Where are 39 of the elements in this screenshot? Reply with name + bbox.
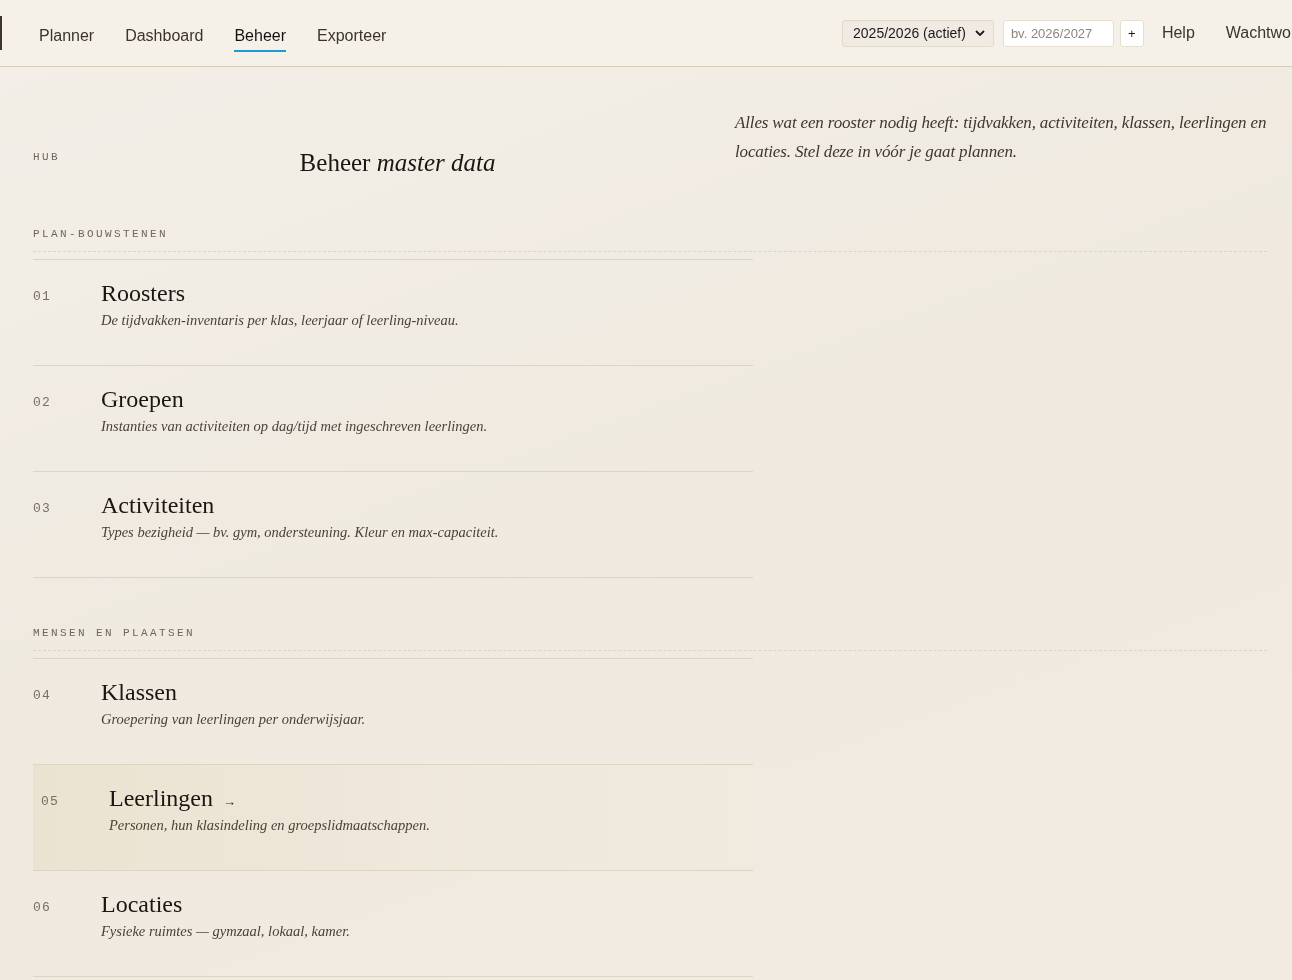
- section-heading: PLAN-BOUWSTENEN: [33, 228, 1267, 252]
- row-title: Leerlingen: [109, 784, 213, 812]
- list-row[interactable]: 05 Leerlingen → Personen, hun klasindeling en groepslidmaatschappen.: [33, 765, 753, 871]
- year-input[interactable]: bv. 2026/2027: [1002, 19, 1114, 47]
- row-description: Personen, hun klasindeling en groepslidmaatschappen.: [109, 816, 431, 835]
- row-number: 05: [41, 793, 60, 810]
- row-number: 03: [33, 500, 52, 517]
- eyebrow-label: HUB: [33, 150, 60, 164]
- page-title: Beheer master data: [299, 148, 496, 178]
- list-row[interactable]: 02 Groepen Instanties van activiteiten op dag/tijd met ingeschreven leerlingen.: [33, 366, 753, 472]
- section-heading: MENSEN EN PLAATSEN: [33, 627, 1267, 651]
- row-title: Roosters: [101, 279, 185, 307]
- row-number: 01: [33, 288, 52, 305]
- nav-tab[interactable]: Dashboard: [125, 21, 204, 52]
- nav-tab[interactable]: Exporteer: [317, 21, 387, 52]
- row-description: Types bezigheid — bv. gym, ondersteuning. Kleur en max-capaciteit.: [101, 523, 500, 542]
- row-description: Groepering van leerlingen per onderwijsjaar.: [101, 710, 367, 729]
- row-description: De tijdvakken-inventaris per klas, leerjaar of leerling-niveau.: [101, 311, 460, 330]
- add-button[interactable]: +: [1119, 19, 1144, 47]
- list-row[interactable]: 01 Roosters De tijdvakken-inventaris per klas, leerjaar of leerling-niveau.: [33, 260, 753, 366]
- list-row[interactable]: 03 Activiteiten Types bezigheid — bv. gym, ondersteuning. Kleur en max-capaciteit.: [33, 472, 753, 578]
- row-number: 06: [33, 899, 52, 916]
- row-description: Fysieke ruimtes — gymzaal, lokaal, kamer.: [101, 922, 351, 941]
- row-title: Groepen: [101, 385, 184, 413]
- nav-tab[interactable]: Planner: [39, 21, 95, 52]
- row-number: 02: [33, 394, 52, 411]
- intro-text: Alles wat een rooster nodig heeft: tijdvakken, activiteiten, klassen, leerlingen en locaties. Stel deze in vóór je gaat plannen.: [735, 112, 1267, 163]
- nav-link[interactable]: Help: [1161, 24, 1195, 42]
- chevron-down-icon: [974, 30, 985, 36]
- row-description: Instanties van activiteiten op dag/tijd met ingeschreven leerlingen.: [101, 417, 489, 436]
- nav-tab[interactable]: Beheer: [234, 21, 287, 52]
- row-title: Locaties: [101, 890, 183, 918]
- year-select[interactable]: 2025/2026 (actief): [842, 19, 994, 47]
- arrow-icon: →: [222, 794, 236, 809]
- row-number: 04: [33, 687, 52, 704]
- row-title: Klassen: [101, 678, 177, 706]
- list-row[interactable]: 06 Locaties Fysieke ruimtes — gymzaal, lokaal, kamer.: [33, 871, 753, 977]
- nav-link[interactable]: Wachtwo: [1225, 24, 1291, 42]
- row-title: Activiteiten: [101, 491, 215, 519]
